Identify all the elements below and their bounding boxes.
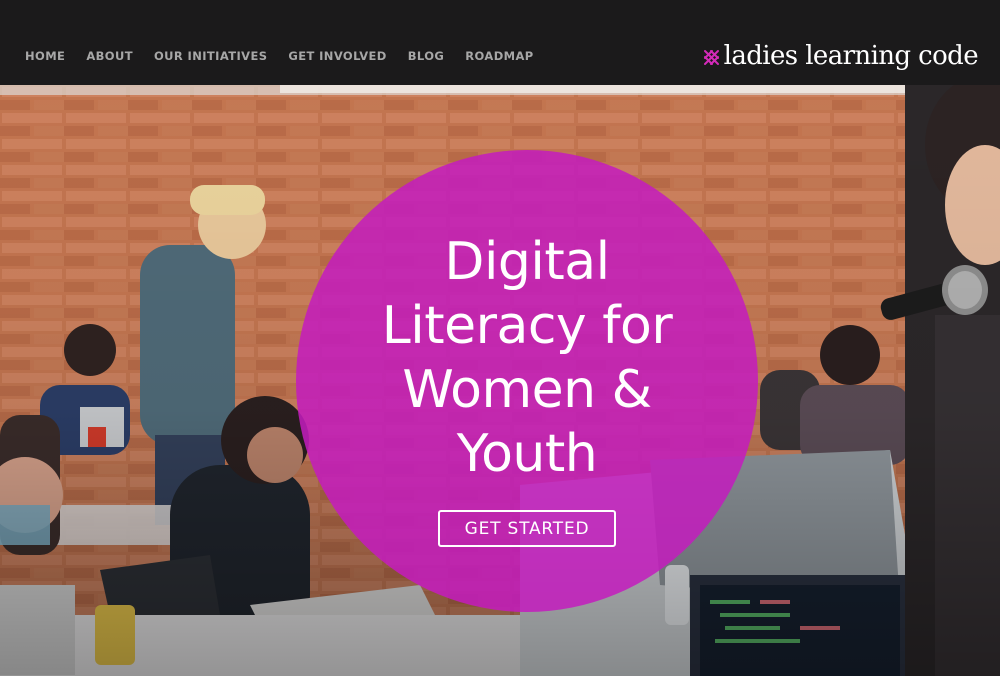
headline-line-4: Youth [456,424,598,484]
main-nav: HOME ABOUT OUR INITIATIVES GET INVOLVED … [25,49,555,63]
nav-get-involved[interactable]: GET INVOLVED [288,49,386,63]
get-started-button[interactable]: GET STARTED [438,510,616,547]
headline-line-2: Literacy for [381,296,673,356]
hero-headline: Digital Literacy for Women & Youth [296,230,758,486]
nav-roadmap[interactable]: ROADMAP [465,49,533,63]
nav-home[interactable]: HOME [25,49,65,63]
logo-text: ladies learning code [723,41,979,71]
nav-blog[interactable]: BLOG [408,49,445,63]
headline-line-1: Digital [444,232,610,292]
double-x-icon [703,49,719,65]
nav-about[interactable]: ABOUT [86,49,133,63]
site-logo[interactable]: ladies learning code [703,40,979,72]
hero-section: Digital Literacy for Women & Youth GET S… [0,85,1000,676]
top-navigation-bar: HOME ABOUT OUR INITIATIVES GET INVOLVED … [0,0,1000,85]
headline-line-3: Women & [402,360,652,420]
nav-our-initiatives[interactable]: OUR INITIATIVES [154,49,267,63]
